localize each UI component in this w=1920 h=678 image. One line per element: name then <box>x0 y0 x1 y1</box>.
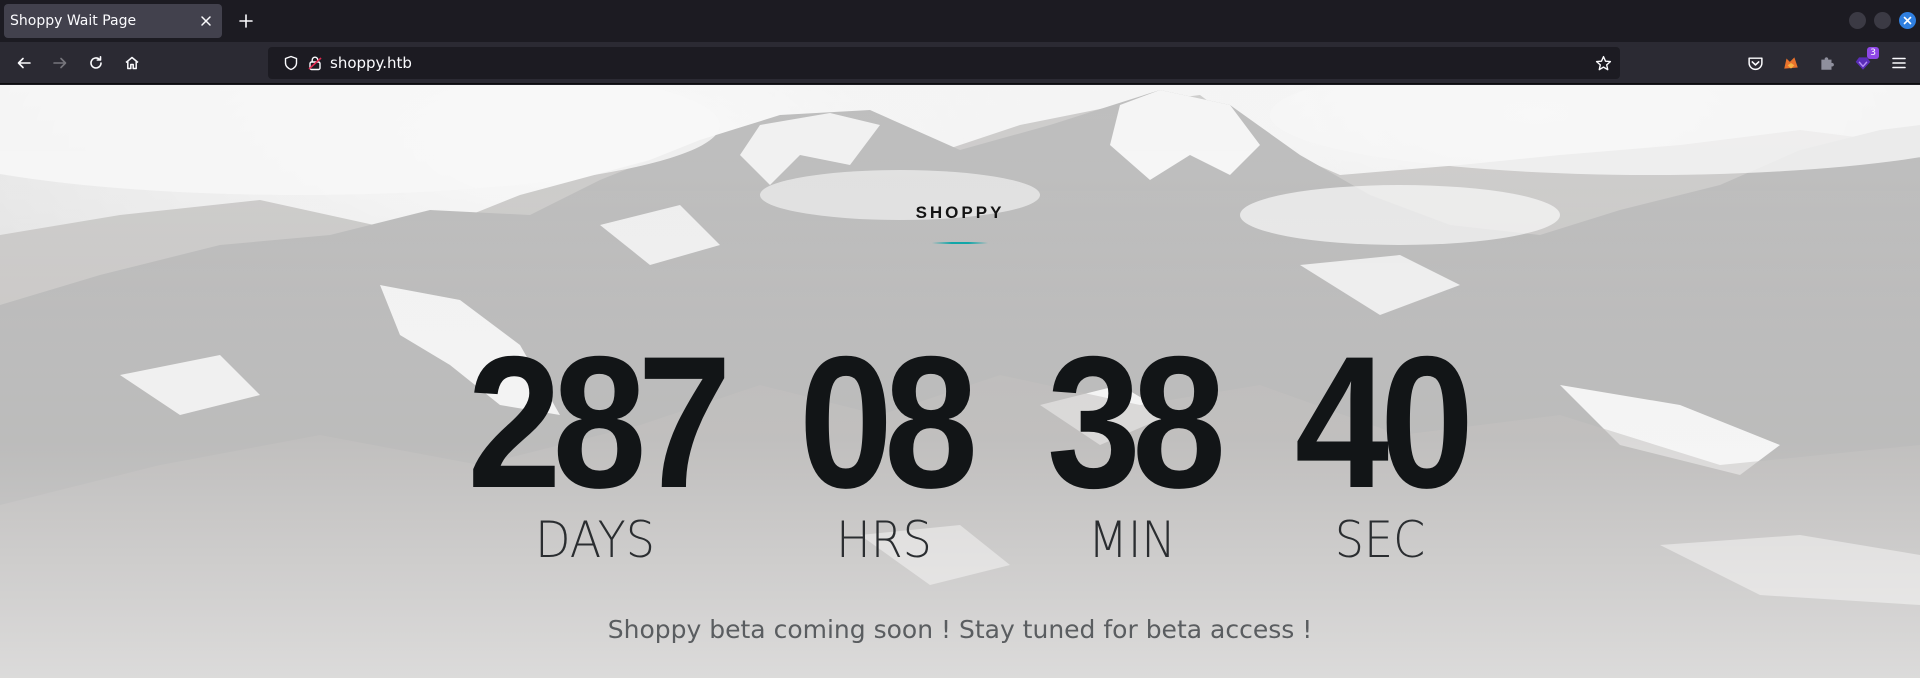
brand-underline <box>932 242 988 244</box>
window-close-button[interactable] <box>1899 12 1916 29</box>
hamburger-menu-button[interactable] <box>1887 51 1911 75</box>
tab-close-icon[interactable] <box>194 9 218 33</box>
window-controls <box>1849 12 1916 29</box>
arrow-right-icon <box>53 57 67 69</box>
foxyproxy-extension-icon[interactable] <box>1779 51 1803 75</box>
bookmark-star-icon[interactable] <box>1594 54 1612 72</box>
minimize-button[interactable] <box>1849 12 1866 29</box>
brand-title: SHOPPY <box>915 203 1005 222</box>
back-button[interactable] <box>9 48 39 78</box>
forward-button[interactable] <box>45 48 75 78</box>
tracking-protection-shield-icon[interactable] <box>282 54 300 72</box>
new-tab-button[interactable] <box>233 8 259 34</box>
plus-icon <box>239 14 253 28</box>
tab-shoppy-wait-page[interactable]: Shoppy Wait Page <box>4 4 222 38</box>
url-bar[interactable]: shoppy.htb <box>268 47 1620 79</box>
days-label: DAYS <box>535 511 655 569</box>
wappalyzer-extension-icon[interactable]: 3 <box>1851 47 1879 75</box>
reload-button[interactable] <box>81 48 111 78</box>
countdown-days: 287 DAYS <box>445 317 745 569</box>
puzzle-extension-icon[interactable] <box>1815 51 1839 75</box>
pocket-icon[interactable] <box>1743 51 1767 75</box>
countdown-hours: 08 HRS <box>770 317 998 569</box>
countdown-seconds: 40 SEC <box>1266 317 1494 569</box>
beta-tagline: Shoppy beta coming soon ! Stay tuned for… <box>607 615 1313 644</box>
home-icon <box>125 56 139 70</box>
days-value: 287 <box>467 317 731 527</box>
maximize-button[interactable] <box>1874 12 1891 29</box>
tab-bar: Shoppy Wait Page <box>0 0 1920 42</box>
minutes-label: MIN <box>1088 511 1176 569</box>
hours-label: HRS <box>836 511 932 569</box>
hamburger-menu-icon <box>1892 57 1906 69</box>
url-text[interactable]: shoppy.htb <box>330 54 412 72</box>
seconds-label: SEC <box>1334 511 1426 569</box>
insecure-lock-icon[interactable] <box>306 54 324 72</box>
tab-title: Shoppy Wait Page <box>10 13 137 29</box>
minutes-value: 38 <box>1046 317 1226 527</box>
navigation-bar: shoppy.htb 3 <box>0 42 1920 84</box>
page-viewport: SHOPPY 287 DAYS 08 HRS 38 MIN 40 SEC Sho… <box>0 85 1920 678</box>
home-button[interactable] <box>117 48 147 78</box>
extension-badge: 3 <box>1867 47 1879 59</box>
arrow-left-icon <box>17 57 31 69</box>
seconds-value: 40 <box>1294 317 1474 527</box>
close-icon <box>1903 16 1912 25</box>
countdown-minutes: 38 MIN <box>1018 317 1246 569</box>
hours-value: 08 <box>798 317 978 527</box>
reload-icon <box>90 56 102 69</box>
